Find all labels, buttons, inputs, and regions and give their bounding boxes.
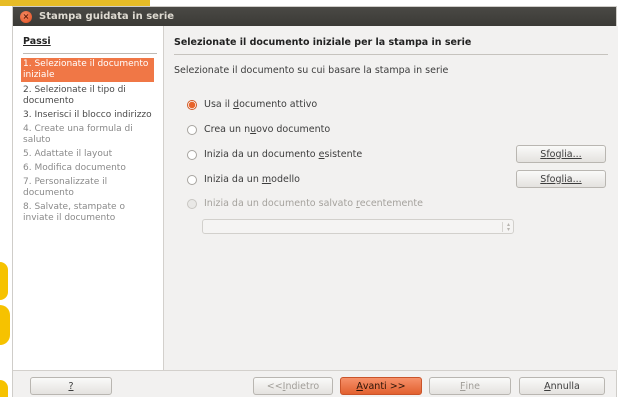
option-recent-document: Inizia da un documento salvato recenteme…	[187, 198, 423, 209]
radio-checked-icon[interactable]	[187, 99, 197, 110]
help-button[interactable]: ?	[30, 377, 112, 395]
titlebar: × Stampa guidata in serie	[13, 7, 616, 26]
option-label: Inizia da un modello	[204, 174, 300, 185]
step-6-edit-document: 6. Modifica documento	[23, 163, 126, 173]
divider	[174, 54, 608, 55]
step-1-select-document[interactable]: 1. Selezionate il documento iniziale	[21, 58, 154, 82]
radio-icon[interactable]	[187, 124, 197, 135]
background-decoration	[0, 262, 8, 300]
option-label: Usa il documento attivo	[204, 99, 318, 110]
background-decoration	[0, 380, 8, 397]
page-description: Selezionate il documento su cui basare l…	[174, 65, 449, 76]
option-from-template[interactable]: Inizia da un modello	[187, 174, 300, 185]
option-label: Inizia da un documento esistente	[204, 149, 363, 160]
background-decoration	[0, 305, 10, 345]
radio-icon[interactable]	[187, 174, 197, 185]
divider	[23, 53, 157, 54]
spin-arrows-icon: ▴ ▾	[502, 222, 510, 233]
radio-disabled-icon	[187, 198, 197, 209]
option-use-current-document[interactable]: Usa il documento attivo	[187, 99, 317, 110]
main-content: Selezionate il documento iniziale per la…	[165, 26, 618, 370]
step-3-address-block[interactable]: 3. Inserisci il blocco indirizzo	[23, 110, 157, 121]
mail-merge-wizard-window: × Stampa guidata in serie Passi 1. Selez…	[12, 6, 618, 397]
option-existing-document[interactable]: Inizia da un documento esistente	[187, 149, 362, 160]
next-button[interactable]: Avanti >>	[340, 377, 422, 395]
footer-button-bar: ? << Indietro Avanti >> Fine Annulla	[13, 370, 616, 397]
browse-existing-button[interactable]: Sfoglia...	[516, 145, 606, 163]
step-5-layout: 5. Adattate il layout	[23, 149, 113, 159]
close-icon[interactable]: ×	[20, 10, 32, 23]
step-4-salutation: 4. Create una formula di saluto	[23, 124, 133, 145]
steps-heading: Passi	[23, 36, 51, 47]
window-title: Stampa guidata in serie	[39, 11, 175, 22]
step-2-document-type[interactable]: 2. Selezionate il tipo di documento	[23, 85, 157, 107]
radio-icon[interactable]	[187, 149, 197, 160]
cancel-button[interactable]: Annulla	[519, 377, 605, 395]
browse-template-button[interactable]: Sfoglia...	[516, 170, 606, 188]
page-title: Selezionate il documento iniziale per la…	[174, 37, 472, 48]
option-label: Crea un nuovo documento	[204, 124, 331, 135]
option-create-new-document[interactable]: Crea un nuovo documento	[187, 124, 330, 135]
step-7-personalize: 7. Personalizzate il documento	[23, 177, 108, 198]
step-8-save-print-send: 8. Salvate, stampate o inviate il docume…	[23, 202, 125, 223]
steps-panel: Passi 1. Selezionate il documento inizia…	[13, 26, 164, 370]
recent-documents-select: ▴ ▾	[202, 219, 514, 234]
option-label: Inizia da un documento salvato recenteme…	[204, 198, 423, 209]
finish-button: Fine	[429, 377, 511, 395]
back-button: << Indietro	[253, 377, 333, 395]
